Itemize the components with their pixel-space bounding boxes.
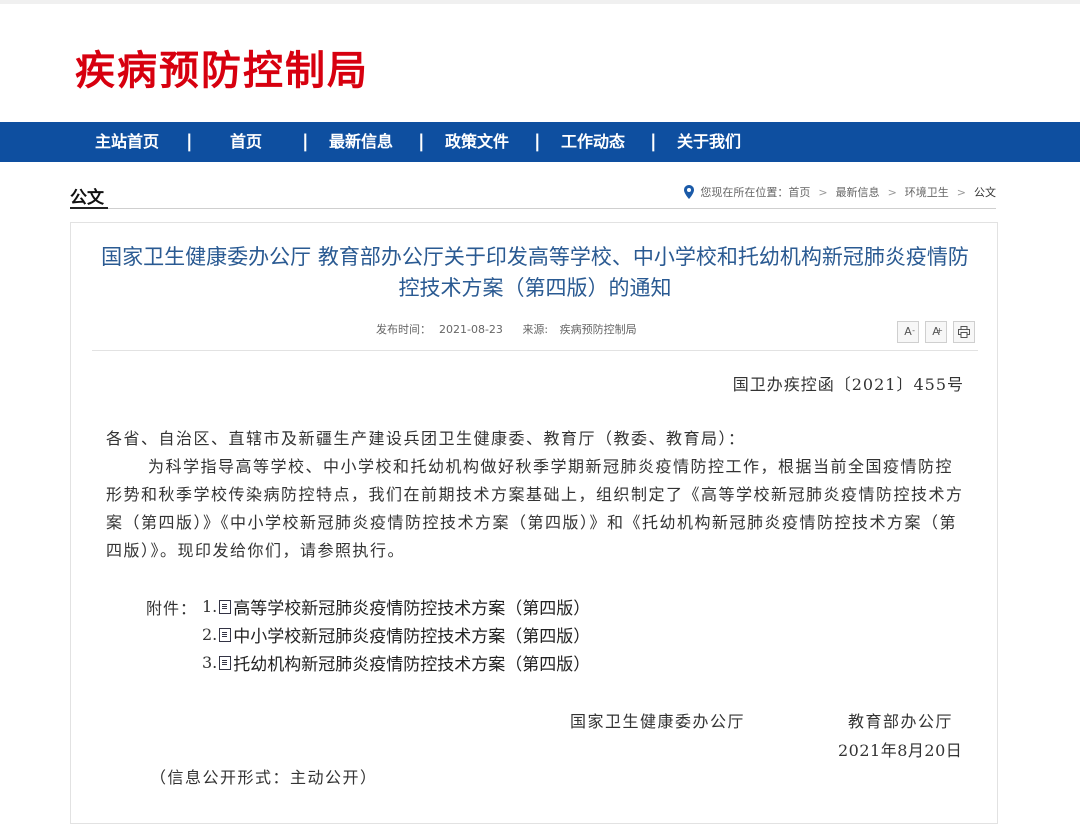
nav-item-main-home[interactable]: 主站首页 <box>95 122 159 162</box>
location-pin-icon <box>684 185 695 199</box>
nav-item-latest[interactable]: 最新信息 <box>329 122 393 162</box>
nav-separator: | <box>302 131 309 152</box>
top-strip <box>0 0 1080 4</box>
font-decrease-button[interactable]: A- <box>897 321 919 343</box>
attachment-item: 1. 高等学校新冠肺炎疫情防控技术方案（第四版） <box>202 594 590 619</box>
breadcrumb-item-current: 公文 <box>974 186 996 199</box>
nav-separator: | <box>534 131 541 152</box>
nav-item-about[interactable]: 关于我们 <box>677 122 741 162</box>
chevron-right-icon: > <box>887 185 897 199</box>
addressee: 各省、自治区、直辖市及新疆生产建设兵团卫生健康委、教育厅（教委、教育局）： <box>106 429 746 448</box>
article-meta: 发布时间： 2021-08-23 来源: 疾病预防控制局 <box>376 321 653 337</box>
nav-separator: | <box>186 131 193 152</box>
nav-separator: | <box>650 131 657 152</box>
attachment-number: 2. <box>202 625 218 644</box>
printer-icon <box>958 326 970 338</box>
breadcrumb-item-environment[interactable]: 环境卫生 <box>905 184 949 200</box>
chevron-right-icon: > <box>818 185 828 199</box>
nav-item-policy[interactable]: 政策文件 <box>445 122 509 162</box>
chevron-right-icon: > <box>956 185 966 199</box>
meta-divider <box>92 350 978 351</box>
breadcrumb-item-home[interactable]: 首页 <box>788 184 810 200</box>
font-increase-button[interactable]: A + <box>925 321 947 343</box>
file-icon <box>219 655 232 670</box>
source-value: 疾病预防控制局 <box>559 323 637 336</box>
sign-date: 2021年8月20日 <box>838 741 963 760</box>
font-decrease-label: A <box>904 325 912 338</box>
attachment-link[interactable]: 托幼机构新冠肺炎疫情防控技术方案（第四版） <box>233 650 590 675</box>
section-divider <box>70 208 996 209</box>
signatory-nhc: 国家卫生健康委办公厅 <box>570 712 746 731</box>
section-title: 公文 <box>70 188 104 208</box>
nav-item-home[interactable]: 首页 <box>230 122 262 162</box>
breadcrumb-item-latest[interactable]: 最新信息 <box>836 184 880 200</box>
attachment-number: 3. <box>202 653 218 672</box>
disclosure-note: （信息公开形式：主动公开） <box>150 768 378 787</box>
attachment-item: 2. 中小学校新冠肺炎疫情防控技术方案（第四版） <box>202 622 590 647</box>
publish-date: 2021-08-23 <box>439 323 503 336</box>
print-button[interactable] <box>953 321 975 343</box>
document-number: 国卫办疾控函〔2021〕455号 <box>732 375 964 394</box>
site-logo[interactable]: 疾病预防控制局 <box>75 38 369 96</box>
source-label: 来源: <box>522 323 552 336</box>
breadcrumb-prefix: 您现在所在位置： <box>700 186 789 199</box>
article-tools: A- A + <box>897 321 975 343</box>
attachment-item: 3. 托幼机构新冠肺炎疫情防控技术方案（第四版） <box>202 650 590 675</box>
nav-separator: | <box>418 131 425 152</box>
nav-item-work-news[interactable]: 工作动态 <box>561 122 625 162</box>
article-body: 各省、自治区、直辖市及新疆生产建设兵团卫生健康委、教育厅（教委、教育局）： 为科… <box>106 425 964 565</box>
attachment-number: 1. <box>202 597 218 616</box>
attachment-link[interactable]: 中小学校新冠肺炎疫情防控技术方案（第四版） <box>233 622 590 647</box>
file-icon <box>219 599 232 614</box>
section-title-underline <box>70 207 108 209</box>
attachment-link[interactable]: 高等学校新冠肺炎疫情防控技术方案（第四版） <box>233 594 590 619</box>
main-nav: 主站首页 | 首页 | 最新信息 | 政策文件 | 工作动态 | 关于我们 <box>0 122 1080 162</box>
signatory-moe: 教育部办公厅 <box>848 712 954 731</box>
attachments-label: 附件： <box>146 599 198 618</box>
body-paragraph: 为科学指导高等学校、中小学校和托幼机构做好秋季学期新冠肺炎疫情防控工作，根据当前… <box>106 457 964 560</box>
publish-label: 发布时间： <box>376 323 431 336</box>
file-icon <box>219 627 232 642</box>
breadcrumb: 您现在所在位置： 首页 > 最新信息 > 环境卫生 > 公文 <box>684 184 996 200</box>
article-title: 国家卫生健康委办公厅 教育部办公厅关于印发高等学校、中小学校和托幼机构新冠肺炎疫… <box>101 245 969 300</box>
